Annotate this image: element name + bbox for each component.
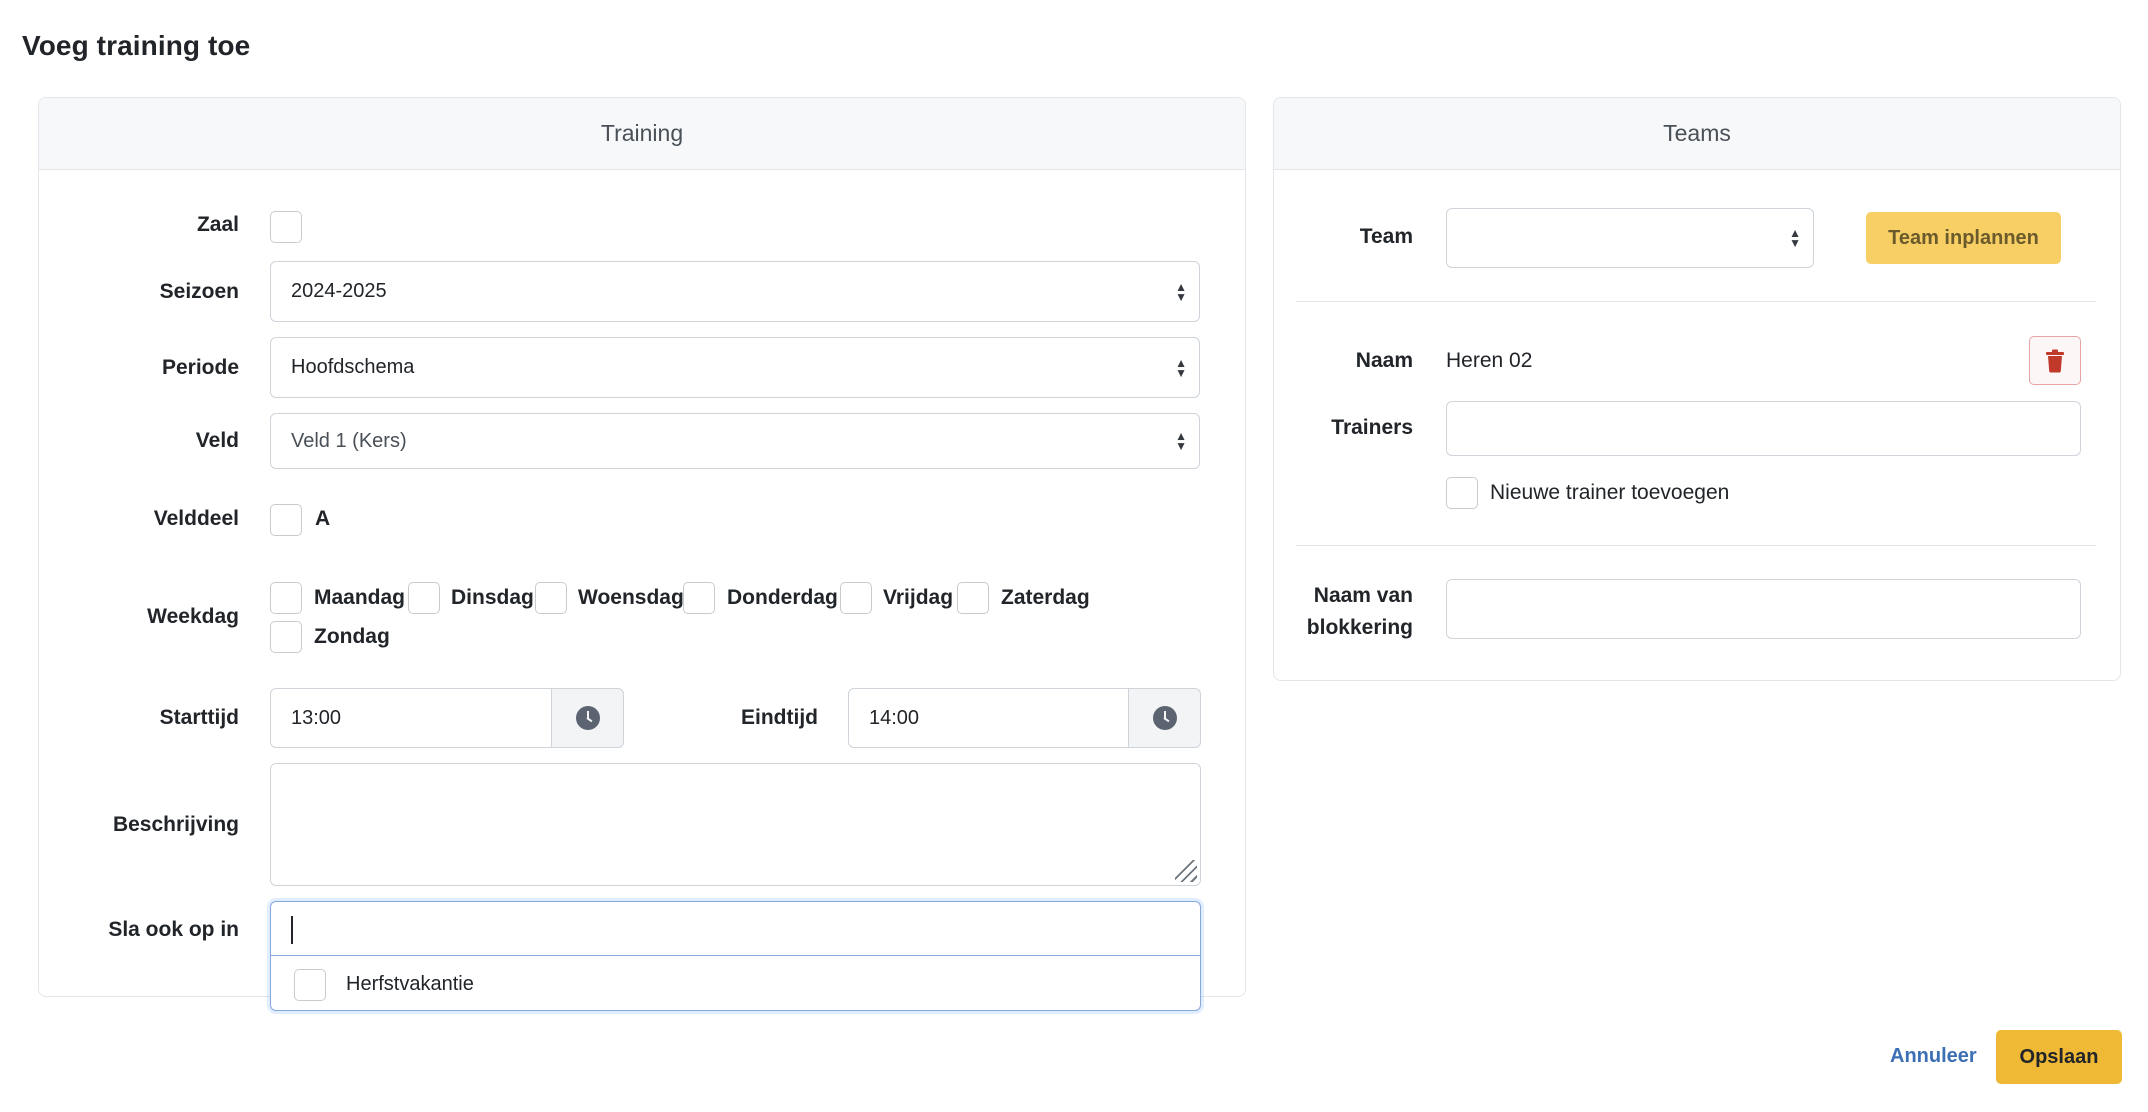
blokkering-label-line2: blokkering xyxy=(1306,616,1413,639)
blokkering-label-line1: Naam van xyxy=(1313,584,1413,607)
team-label: Team xyxy=(1359,225,1413,248)
nieuwe-trainer-label: Nieuwe trainer toevoegen xyxy=(1490,481,1730,504)
weekdag-donderdag-label: Donderdag xyxy=(727,586,838,609)
beschrijving-textarea[interactable] xyxy=(270,763,1201,886)
seizoen-select-value: 2024-2025 xyxy=(291,280,387,302)
starttijd-value: 13:00 xyxy=(291,706,342,729)
veld-label: Veld xyxy=(195,429,239,452)
herfstvakantie-option-label[interactable]: Herfstvakantie xyxy=(346,973,474,996)
save-button[interactable]: Opslaan xyxy=(1996,1030,2122,1084)
starttijd-label: Starttijd xyxy=(159,706,239,729)
blokkering-input[interactable] xyxy=(1446,579,2081,639)
weekdag-zondag-label: Zondag xyxy=(314,625,390,648)
text-caret xyxy=(291,916,293,944)
beschrijving-label: Beschrijving xyxy=(112,813,239,836)
clock-icon xyxy=(1152,706,1177,730)
chevron-up-down-icon: ▲ ▼ xyxy=(1175,355,1187,380)
velddeel-a-label: A xyxy=(315,507,331,530)
naam-label: Naam xyxy=(1355,349,1413,372)
sla-ook-op-label: Sla ook op in xyxy=(108,918,239,941)
weekdag-maandag-checkbox[interactable] xyxy=(270,582,302,614)
chevron-up-down-icon: ▲ ▼ xyxy=(1175,279,1187,304)
starttijd-clock-button[interactable] xyxy=(551,688,624,748)
zaal-checkbox[interactable] xyxy=(270,211,302,243)
periode-label: Periode xyxy=(161,356,239,379)
team-select[interactable]: ▲ ▼ xyxy=(1446,208,1814,268)
weekdag-woensdag-checkbox[interactable] xyxy=(535,582,567,614)
cancel-button[interactable]: Annuleer xyxy=(1890,1045,1977,1068)
periode-select-value: Hoofdschema xyxy=(291,356,415,378)
weekdag-woensdag-label: Woensdag xyxy=(578,586,684,609)
sla-ook-op-multiselect[interactable]: Herfstvakantie xyxy=(270,901,1201,1011)
resize-handle-icon[interactable] xyxy=(1175,860,1197,882)
blokkering-label: Naam van blokkering xyxy=(1307,580,1413,644)
weekdag-donderdag-checkbox[interactable] xyxy=(683,582,715,614)
team-inplannen-button[interactable]: Team inplannen xyxy=(1866,212,2061,264)
teams-card-header: Teams xyxy=(1274,98,2120,170)
weekdag-maandag-label: Maandag xyxy=(314,586,406,609)
seizoen-select[interactable]: 2024-2025 ▲ ▼ xyxy=(270,261,1200,322)
veld-select[interactable]: Veld 1 (Kers) ▲ ▼ xyxy=(270,413,1200,469)
eindtijd-value: 14:00 xyxy=(869,706,920,729)
weekdag-dinsdag-label: Dinsdag xyxy=(451,586,534,609)
veld-select-value: Veld 1 (Kers) xyxy=(291,429,407,452)
trainers-label: Trainers xyxy=(1331,416,1413,439)
chevron-up-down-icon: ▲ ▼ xyxy=(1789,226,1801,250)
sla-ook-op-search-input[interactable] xyxy=(271,902,1200,956)
page-title: Voeg training toe xyxy=(22,30,251,61)
weekdag-zaterdag-checkbox[interactable] xyxy=(957,582,989,614)
training-card-header: Training xyxy=(39,98,1245,170)
velddeel-label: Velddeel xyxy=(153,507,239,530)
trash-icon xyxy=(2046,349,2064,372)
periode-select[interactable]: Hoofdschema ▲ ▼ xyxy=(270,337,1200,398)
chevron-up-down-icon: ▲ ▼ xyxy=(1175,429,1187,453)
eindtijd-input[interactable]: 14:00 xyxy=(848,688,1130,748)
nieuwe-trainer-checkbox[interactable] xyxy=(1446,477,1478,509)
zaal-label: Zaal xyxy=(196,213,239,236)
eindtijd-label: Eindtijd xyxy=(741,706,818,729)
weekdag-zondag-checkbox[interactable] xyxy=(270,621,302,653)
herfstvakantie-checkbox[interactable] xyxy=(294,969,326,1001)
trainers-input[interactable] xyxy=(1446,401,2081,456)
velddeel-a-checkbox[interactable] xyxy=(270,504,302,536)
weekdag-vrijdag-checkbox[interactable] xyxy=(840,582,872,614)
weekdag-vrijdag-label: Vrijdag xyxy=(883,586,954,609)
seizoen-label: Seizoen xyxy=(159,280,239,303)
weekdag-label: Weekdag xyxy=(147,605,239,628)
weekdag-zaterdag-label: Zaterdag xyxy=(1001,586,1090,609)
teams-divider xyxy=(1296,301,2096,302)
naam-value: Heren 02 xyxy=(1446,349,1533,372)
clock-icon xyxy=(575,706,600,730)
eindtijd-clock-button[interactable] xyxy=(1128,688,1201,748)
weekdag-dinsdag-checkbox[interactable] xyxy=(408,582,440,614)
teams-divider-2 xyxy=(1296,545,2096,546)
starttijd-input[interactable]: 13:00 xyxy=(270,688,553,748)
delete-team-button[interactable] xyxy=(2029,336,2081,385)
